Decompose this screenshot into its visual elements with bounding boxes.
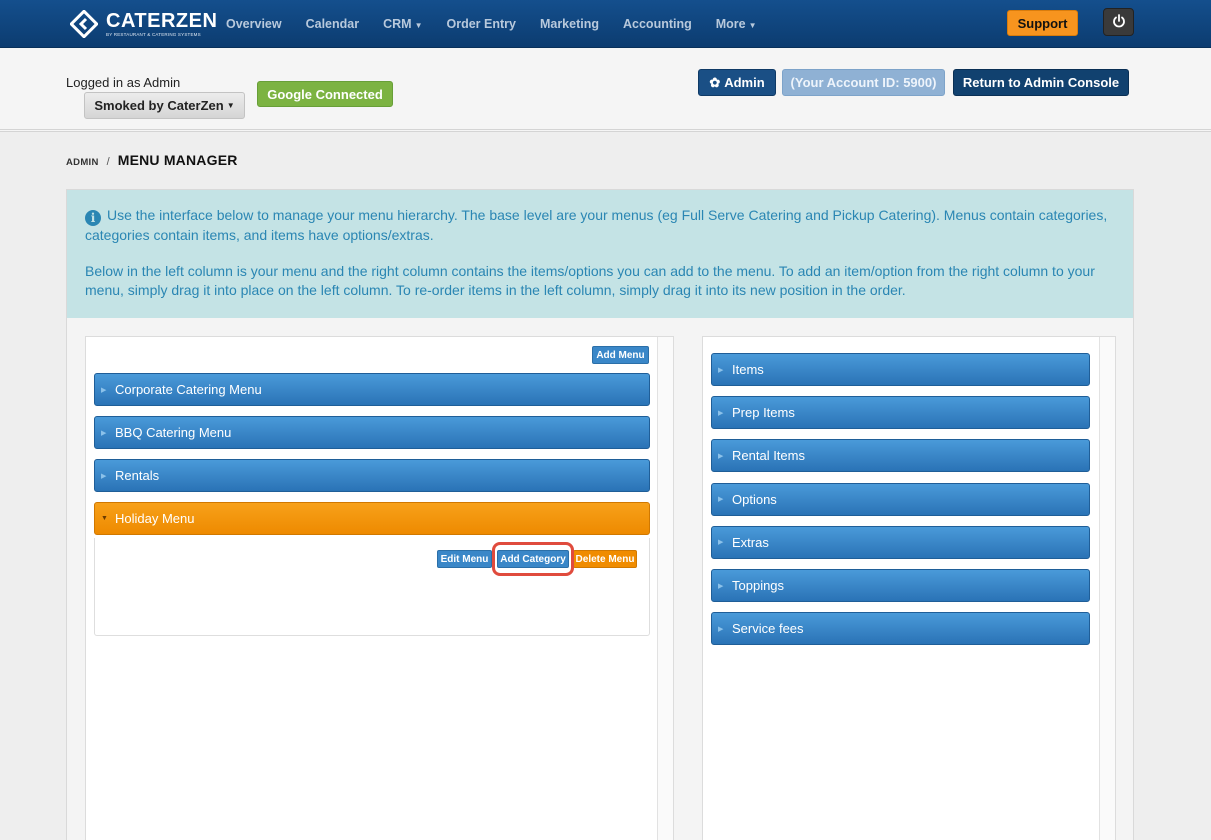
- logout-button[interactable]: [1103, 8, 1134, 36]
- group-options[interactable]: ▶ Options: [711, 482, 1090, 516]
- account-id-button[interactable]: (Your Account ID: 5900): [782, 69, 945, 96]
- menu-label: Rentals: [115, 468, 160, 483]
- group-label: Items: [732, 362, 764, 377]
- account-name: Smoked by CaterZen: [94, 98, 224, 113]
- power-icon: [1112, 13, 1126, 31]
- info-paragraph-1: i Use the interface below to manage your …: [85, 207, 1108, 243]
- item-source-column: ▶ Items ▶ Prep Items ▶ Rental Items ▶ Options ▶ E…: [702, 336, 1116, 840]
- caret-right-icon: ▶: [718, 452, 724, 460]
- nav-link-calendar[interactable]: Calendar: [294, 17, 372, 31]
- add-category-highlight: [492, 542, 574, 576]
- edit-menu-button[interactable]: Edit Menu: [437, 550, 492, 568]
- info-alert: i Use the interface below to manage your …: [67, 190, 1133, 318]
- add-menu-button[interactable]: Add Menu: [592, 346, 649, 364]
- logo-diamond-icon: [69, 9, 99, 39]
- info-paragraph-2: Below in the left column is your menu an…: [85, 262, 1095, 299]
- group-label: Options: [732, 491, 777, 507]
- group-service-fees[interactable]: ▶ Service fees: [711, 612, 1090, 646]
- google-connected-badge[interactable]: Google Connected: [257, 81, 393, 107]
- caret-down-icon: ▼: [414, 21, 423, 30]
- group-label: Toppings: [732, 578, 785, 593]
- caret-right-icon: ▶: [718, 496, 724, 504]
- breadcrumb-admin-link[interactable]: ADMIN: [66, 157, 99, 168]
- nav-link-overview[interactable]: Overview: [214, 17, 294, 31]
- caret-right-icon: ▶: [101, 429, 107, 437]
- nav-link-accounting[interactable]: Accounting: [611, 17, 704, 31]
- caret-right-icon: ▶: [718, 539, 724, 547]
- menu-rentals[interactable]: ▶ Rentals: [94, 459, 650, 492]
- delete-menu-button[interactable]: Delete Menu: [573, 550, 637, 568]
- caret-down-icon: ▼: [226, 101, 235, 110]
- main-nav: Overview Calendar CRM ▼ Order Entry Marketing…: [214, 0, 769, 48]
- caret-down-icon: ▼: [748, 21, 757, 30]
- group-items[interactable]: ▶ Items: [711, 353, 1090, 386]
- group-extras[interactable]: ▶ Extras: [711, 525, 1090, 559]
- logo-subtitle: BY RESTAURANT & CATERING SYSTEMS: [106, 31, 201, 37]
- caret-right-icon: ▶: [718, 625, 724, 633]
- left-column-scrollbar[interactable]: [657, 337, 673, 840]
- caret-right-icon: ▶: [101, 386, 107, 394]
- group-label: Prep Items: [732, 405, 795, 421]
- return-to-admin-console-button[interactable]: Return to Admin Console: [953, 69, 1129, 96]
- breadcrumb: ADMIN / MENU MANAGER: [66, 152, 238, 168]
- group-label: Service fees: [732, 621, 804, 637]
- group-rental-items[interactable]: ▶ Rental Items: [711, 439, 1090, 473]
- nav-link-crm[interactable]: CRM ▼: [371, 17, 434, 31]
- group-toppings[interactable]: ▶ Toppings: [711, 569, 1090, 602]
- group-label: Extras: [732, 534, 769, 550]
- caret-right-icon: ▶: [718, 409, 724, 417]
- group-label: Rental Items: [732, 448, 805, 464]
- menu-corporate-catering-menu[interactable]: ▶ Corporate Catering Menu: [94, 373, 650, 406]
- menu-label: Corporate Catering Menu: [115, 382, 262, 397]
- caret-right-icon: ▶: [718, 366, 724, 374]
- support-button[interactable]: Support: [1007, 10, 1078, 36]
- page-title: MENU MANAGER: [117, 152, 238, 168]
- info-icon: i: [85, 210, 101, 226]
- caterzen-logo[interactable]: CATERZEN BY RESTAURANT & CATERING SYSTEM…: [69, 9, 218, 39]
- nav-link-marketing[interactable]: Marketing: [528, 17, 611, 31]
- breadcrumb-separator: /: [106, 156, 110, 168]
- admin-button[interactable]: ✿ Admin: [698, 69, 776, 96]
- menu-tree-column: Add Menu ▶ Corporate Catering Menu ▶ BBQ Ca…: [85, 336, 674, 840]
- account-subheader: Logged in as Admin Smoked by CaterZen ▼ …: [0, 48, 1211, 132]
- nav-link-order-entry[interactable]: Order Entry: [434, 17, 527, 31]
- menu-label: Holiday Menu: [115, 511, 195, 526]
- menu-label: BBQ Catering Menu: [115, 425, 232, 440]
- menu-manager-panel: i Use the interface below to manage your …: [66, 189, 1134, 840]
- logged-in-text: Logged in as Admin: [66, 75, 181, 90]
- logo-name: CATERZEN: [106, 9, 218, 32]
- menu-bbq-catering-menu[interactable]: ▶ BBQ Catering Menu: [94, 416, 650, 449]
- caret-right-icon: ▶: [718, 582, 724, 590]
- top-navbar: CATERZEN BY RESTAURANT & CATERING SYSTEM…: [0, 0, 1211, 48]
- account-dropdown[interactable]: Smoked by CaterZen ▼: [84, 92, 245, 119]
- caret-right-icon: ▶: [101, 472, 107, 480]
- holiday-menu-body: Edit Menu Add Category Delete Menu: [94, 538, 650, 636]
- admin-button-label: Admin: [724, 75, 765, 90]
- right-column-scrollbar[interactable]: [1099, 337, 1115, 840]
- caret-down-icon: ▼: [101, 515, 108, 522]
- menu-holiday-menu[interactable]: ▼ Holiday Menu: [94, 502, 650, 535]
- nav-link-more[interactable]: More ▼: [704, 17, 769, 31]
- gear-icon: ✿: [709, 74, 721, 90]
- group-prep-items[interactable]: ▶ Prep Items: [711, 396, 1090, 430]
